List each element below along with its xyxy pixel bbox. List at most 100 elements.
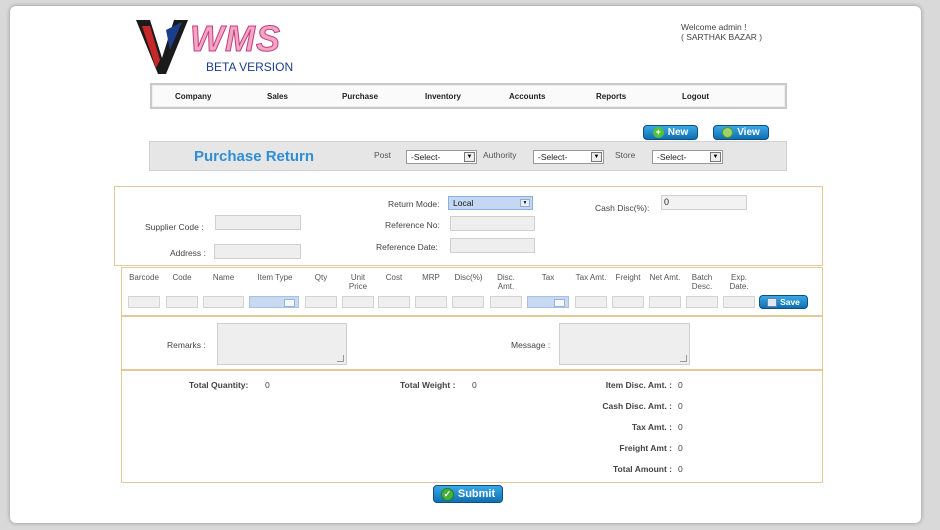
col-unit-price: Unit Price <box>348 273 368 291</box>
save-icon <box>767 297 778 307</box>
col-batch-desc: Batch Desc. <box>691 273 713 291</box>
chevron-down-icon: ▼ <box>464 152 475 162</box>
store-select-value: -Select- <box>657 152 687 162</box>
message-textarea[interactable] <box>559 323 690 365</box>
exp-date-input[interactable] <box>723 296 755 308</box>
chevron-down-icon: ▼ <box>591 152 602 162</box>
col-barcode: Barcode <box>129 273 159 282</box>
return-mode-select[interactable]: Local ▼ <box>448 196 533 210</box>
message-label: Message : <box>511 340 551 350</box>
submit-button[interactable]: ✓ Submit <box>433 485 503 503</box>
reference-no-field[interactable] <box>450 216 535 231</box>
nav-accounts[interactable]: Accounts <box>509 92 545 101</box>
nav-purchase[interactable]: Purchase <box>342 92 378 101</box>
col-disc: Disc(%) <box>454 273 483 282</box>
save-button-label: Save <box>780 297 800 307</box>
col-item-type: Item Type <box>257 273 293 282</box>
reference-date-field[interactable] <box>450 238 535 253</box>
col-code: Code <box>172 273 192 282</box>
header-form-panel: Supplier Code : Address : Return Mode: L… <box>114 186 823 266</box>
freight-input[interactable] <box>612 296 644 308</box>
view-button-label: View <box>737 127 760 138</box>
address-label: Address : <box>170 248 206 258</box>
page-title: Purchase Return <box>194 148 315 165</box>
title-bar: Purchase Return Post -Select- ▼ Authorit… <box>149 141 787 171</box>
wms-logo-icon <box>136 20 188 74</box>
return-mode-label: Return Mode: <box>388 199 440 209</box>
tax-amt-value: 0 <box>678 422 683 432</box>
reference-no-label: Reference No: <box>385 220 440 230</box>
post-select[interactable]: -Select- ▼ <box>406 150 477 164</box>
welcome-store: ( SARTHAK BAZAR ) <box>681 32 763 42</box>
cash-disc-amt-label: Cash Disc. Amt. : <box>602 401 672 411</box>
item-type-select[interactable] <box>249 296 299 308</box>
page: WMS BETA VERSION Welcome admin ! ( SARTH… <box>10 6 921 523</box>
tax-select[interactable] <box>527 296 569 308</box>
col-tax: Tax <box>541 273 555 282</box>
col-cost: Cost <box>385 273 403 282</box>
authority-select-value: -Select- <box>538 152 568 162</box>
item-disc-label: Item Disc. Amt. : <box>605 380 672 390</box>
authority-label: Authority <box>483 150 517 160</box>
check-icon: ✓ <box>440 487 454 501</box>
return-mode-value: Local <box>453 198 474 208</box>
nav-reports[interactable]: Reports <box>596 92 626 101</box>
total-quantity-value: 0 <box>265 380 270 390</box>
welcome-message: Welcome admin ! ( SARTHAK BAZAR ) <box>681 22 762 42</box>
nav-company[interactable]: Company <box>175 92 211 101</box>
disc-input[interactable] <box>452 296 484 308</box>
authority-select[interactable]: -Select- ▼ <box>533 150 604 164</box>
chevron-down-icon: ▼ <box>520 199 530 207</box>
disc-amt-input[interactable] <box>490 296 522 308</box>
tax-amt-input[interactable] <box>575 296 607 308</box>
address-field[interactable] <box>214 244 301 259</box>
total-amount-value: 0 <box>678 464 683 474</box>
col-qty: Qty <box>314 273 328 282</box>
chevron-down-icon: ▼ <box>710 152 721 162</box>
cash-disc-field[interactable]: 0 <box>661 195 747 210</box>
qty-input[interactable] <box>305 296 337 308</box>
freight-amt-label: Freight Amt : <box>619 443 672 453</box>
total-weight-value: 0 <box>472 380 477 390</box>
net-amt-input[interactable] <box>649 296 681 308</box>
post-select-value: -Select- <box>411 152 441 162</box>
total-amount-label: Total Amount : <box>612 464 672 474</box>
logo-subtitle: BETA VERSION <box>206 60 294 74</box>
remarks-panel: Remarks : Message : <box>121 316 823 370</box>
item-disc-value: 0 <box>678 380 683 390</box>
unit-price-input[interactable] <box>342 296 374 308</box>
total-quantity-label: Total Quantity: <box>189 380 249 390</box>
code-input[interactable] <box>166 296 198 308</box>
view-button[interactable]: View <box>713 125 769 140</box>
search-icon <box>722 127 734 138</box>
submit-button-label: Submit <box>457 488 496 500</box>
remarks-textarea[interactable] <box>217 323 347 365</box>
nav-inventory[interactable]: Inventory <box>425 92 461 101</box>
col-freight: Freight <box>615 273 641 282</box>
tax-amt-label: Tax Amt. : <box>631 422 672 432</box>
plus-icon: + <box>652 127 664 138</box>
barcode-input[interactable] <box>128 296 160 308</box>
col-name: Name <box>212 273 235 282</box>
batch-desc-input[interactable] <box>686 296 718 308</box>
new-button[interactable]: + New <box>643 125 698 140</box>
col-exp-date: Exp. Date. <box>729 273 749 291</box>
col-tax-amt: Tax Amt. <box>575 273 607 282</box>
freight-amt-value: 0 <box>678 443 683 453</box>
reference-date-label: Reference Date: <box>376 242 438 252</box>
new-button-label: New <box>667 127 689 138</box>
post-label: Post <box>374 150 392 160</box>
remarks-label: Remarks : <box>167 340 206 350</box>
col-disc-amt: Disc. Amt. <box>497 273 515 291</box>
supplier-code-label: Supplier Code : <box>145 222 204 232</box>
cost-input[interactable] <box>378 296 410 308</box>
save-button[interactable]: Save <box>759 295 808 309</box>
name-input[interactable] <box>203 296 244 308</box>
supplier-code-field[interactable] <box>215 215 301 230</box>
store-select[interactable]: -Select- ▼ <box>652 150 723 164</box>
mrp-input[interactable] <box>415 296 447 308</box>
nav-logout[interactable]: Logout <box>682 92 709 101</box>
col-net-amt: Net Amt. <box>649 273 681 282</box>
nav-sales[interactable]: Sales <box>267 92 288 101</box>
total-weight-label: Total Weight : <box>400 380 456 390</box>
